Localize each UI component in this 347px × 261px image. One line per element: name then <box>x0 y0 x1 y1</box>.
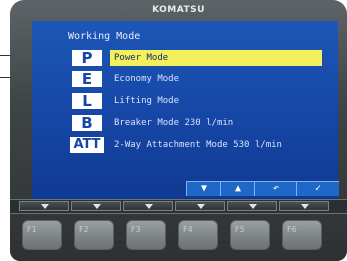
f6-key-label: F6 <box>287 225 297 234</box>
f5-key-label: F5 <box>235 225 245 234</box>
f3-key-label: F3 <box>131 225 141 234</box>
back-button[interactable]: ↶ <box>254 181 297 196</box>
f2-key[interactable]: F2 <box>74 220 114 250</box>
scroll-down-button[interactable]: ▼ <box>186 181 221 196</box>
mode-row-attachment[interactable]: ATT 2-Way Attachment Mode 530 l/min <box>32 137 338 153</box>
f2-key-label: F2 <box>79 225 89 234</box>
confirm-button[interactable]: ✓ <box>296 181 339 196</box>
display-screen: Working Mode P Power Mode E Economy Mode… <box>32 21 339 199</box>
scroll-up-button[interactable]: ▲ <box>220 181 255 196</box>
f4-key[interactable]: F4 <box>178 220 218 250</box>
chevron-down-icon <box>145 204 153 209</box>
function-indicator-strip <box>10 199 347 214</box>
f6-key[interactable]: F6 <box>282 220 322 250</box>
mode-label: Economy Mode <box>114 74 180 84</box>
monitor-panel: KOMATSU Working Mode P Power Mode E Econ… <box>10 0 347 261</box>
f3-key[interactable]: F3 <box>126 220 166 250</box>
mode-row-lifting[interactable]: L Lifting Mode <box>32 93 338 109</box>
chevron-down-icon <box>301 204 309 209</box>
chevron-down-icon <box>197 204 205 209</box>
chevron-down-icon <box>249 204 257 209</box>
f3-indicator <box>123 201 173 211</box>
page-title: Working Mode <box>68 31 141 42</box>
mode-row-power[interactable]: P Power Mode <box>32 50 338 66</box>
f4-indicator <box>175 201 225 211</box>
selection-highlight: Power Mode <box>110 50 322 66</box>
mode-code-badge: L <box>72 93 102 109</box>
mode-label: Lifting Mode <box>114 96 180 106</box>
f5-indicator <box>227 201 277 211</box>
mode-label: Power Mode <box>114 53 169 63</box>
mode-row-breaker[interactable]: B Breaker Mode 230 l/min <box>32 115 338 131</box>
mode-code-badge: ATT <box>70 137 104 153</box>
f1-key-label: F1 <box>27 225 37 234</box>
brand-logo: KOMATSU <box>152 5 205 15</box>
mode-row-economy[interactable]: E Economy Mode <box>32 71 338 87</box>
f5-key[interactable]: F5 <box>230 220 270 250</box>
mode-label: 2-Way Attachment Mode 530 l/min <box>114 140 282 150</box>
mode-code-badge: B <box>72 115 102 131</box>
mode-code-badge: P <box>72 50 102 66</box>
f2-indicator <box>71 201 121 211</box>
f1-key[interactable]: F1 <box>22 220 62 250</box>
f1-indicator <box>19 201 69 211</box>
mode-code-badge: E <box>72 71 102 87</box>
mode-label: Breaker Mode 230 l/min <box>114 118 234 128</box>
chevron-down-icon <box>93 204 101 209</box>
f4-key-label: F4 <box>183 225 193 234</box>
chevron-down-icon <box>41 204 49 209</box>
softkey-bar-empty <box>32 181 186 195</box>
f6-indicator <box>279 201 329 211</box>
